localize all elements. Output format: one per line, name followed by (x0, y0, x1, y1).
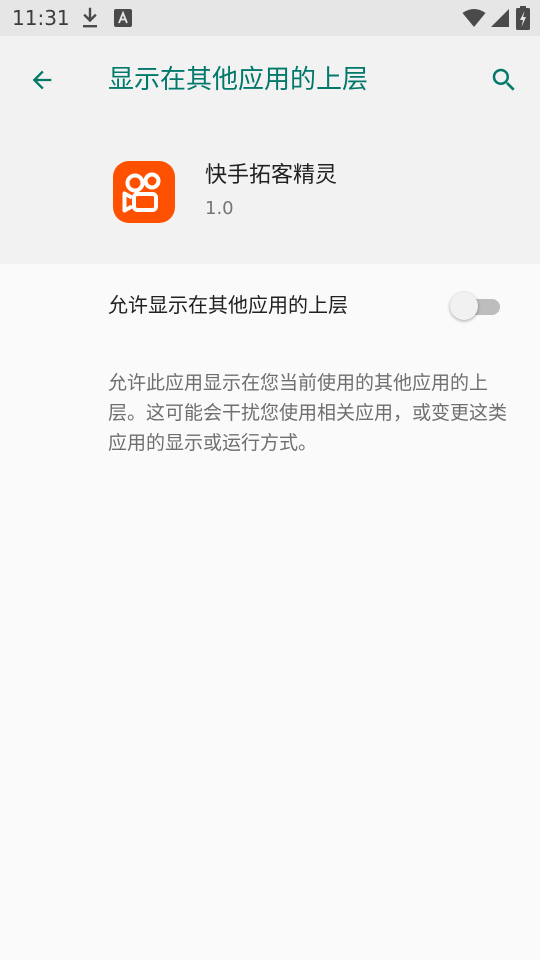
wifi-icon (462, 9, 486, 27)
allow-overlay-setting-row[interactable]: 允许显示在其他应用的上层 (0, 264, 540, 348)
back-button[interactable] (20, 58, 64, 102)
app-name: 快手拓客精灵 (205, 163, 338, 188)
search-button[interactable] (482, 58, 526, 102)
text-a-icon (114, 9, 132, 27)
page-title: 显示在其他应用的上层 (108, 65, 369, 95)
arrow-back-icon (32, 70, 52, 90)
kuaishou-camera-icon (122, 172, 161, 213)
status-bar: 11:31 (0, 0, 540, 36)
setting-label: 允许显示在其他应用的上层 (108, 293, 348, 317)
app-version: 1.0 (205, 198, 234, 219)
battery-icon (516, 6, 530, 30)
signal-icon (491, 9, 509, 27)
allow-overlay-switch[interactable] (448, 288, 504, 324)
setting-description: 允许此应用显示在您当前使用的其他应用的上层。这可能会干扰您使用相关应用，或变更这… (108, 372, 508, 454)
download-icon (83, 7, 97, 28)
search-icon (492, 68, 515, 91)
app-header: 显示在其他应用的上层 快手拓客精灵 1.0 (0, 36, 540, 264)
app-icon (113, 161, 175, 223)
status-time: 11:31 (12, 6, 70, 30)
switch-thumb (450, 292, 478, 320)
